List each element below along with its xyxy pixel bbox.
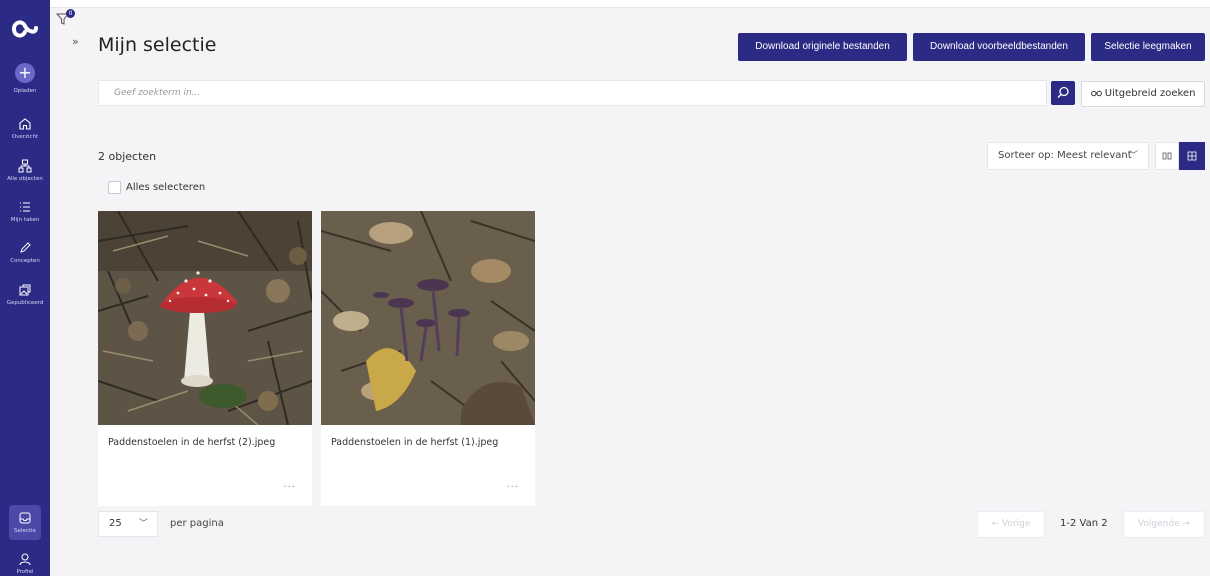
- filter-badge: 0: [66, 9, 75, 18]
- list-view-button[interactable]: [1155, 142, 1179, 170]
- sidebar: + Opladen Overzicht Alle objecten Mijn t…: [0, 0, 50, 576]
- inbox-icon: [19, 512, 31, 524]
- per-page-value: 25: [109, 518, 122, 529]
- clear-selection-button[interactable]: Selectie leegmaken: [1091, 33, 1205, 61]
- result-card[interactable]: Paddenstoelen in de herfst (2).jpeg ...: [98, 211, 312, 506]
- binoculars-icon: [1090, 90, 1102, 97]
- sidebar-item-overzicht[interactable]: Overzicht: [0, 116, 50, 140]
- sidebar-item-label: Mijn taken: [10, 217, 40, 223]
- file-name: Paddenstoelen in de herfst (1).jpeg: [331, 437, 499, 448]
- hierarchy-icon: [18, 159, 32, 173]
- search-button[interactable]: [1051, 81, 1075, 105]
- sidebar-item-label: Opladen: [13, 88, 37, 94]
- sidebar-item-opladen[interactable]: Opladen: [0, 86, 50, 94]
- grid-view-icon: [1187, 151, 1197, 161]
- upload-button[interactable]: +: [15, 63, 35, 83]
- logo[interactable]: [8, 16, 42, 42]
- chevron-down-icon: ﹀: [1128, 151, 1138, 161]
- expand-icon[interactable]: »: [72, 35, 79, 48]
- sidebar-item-label: Selectie: [14, 528, 36, 534]
- search-input[interactable]: Geef zoekterm in...: [98, 80, 1047, 106]
- sort-dropdown[interactable]: Sorteer op: Meest relevant ﹀: [987, 142, 1149, 170]
- thumbnail-image: [98, 211, 312, 425]
- result-count: 2 objecten: [98, 150, 157, 163]
- download-original-button[interactable]: Download originele bestanden: [738, 33, 907, 61]
- home-icon: [19, 118, 31, 130]
- sidebar-item-label: Alle objecten: [7, 176, 43, 182]
- per-page-select[interactable]: 25 ﹀: [98, 511, 158, 537]
- user-icon: [19, 553, 31, 566]
- select-all-label: Alles selecteren: [126, 182, 206, 193]
- task-list-icon: [20, 202, 30, 212]
- thumbnail-image: [321, 211, 535, 425]
- sidebar-item-label: Overzicht: [11, 134, 39, 140]
- search-icon: [1057, 86, 1069, 98]
- select-all-checkbox[interactable]: [108, 181, 121, 194]
- advanced-search-label: Uitgebreid zoeken: [1104, 88, 1196, 99]
- pencil-icon: [20, 242, 31, 253]
- sidebar-item-label: Gepubliceerd: [6, 300, 44, 306]
- sidebar-item-profiel[interactable]: Profiel: [0, 551, 50, 575]
- published-icon: [19, 284, 31, 296]
- list-view-icon: [1162, 152, 1172, 160]
- plus-icon: +: [18, 63, 32, 82]
- sort-label: Sorteer op: Meest relevant: [998, 150, 1132, 161]
- sidebar-item-label: Concepten: [10, 258, 40, 264]
- file-name: Paddenstoelen in de herfst (2).jpeg: [108, 437, 276, 448]
- top-border: [0, 0, 1210, 8]
- previous-page-button[interactable]: ← Vorige: [977, 511, 1045, 538]
- sidebar-item-gepubliceerd[interactable]: Gepubliceerd: [0, 282, 50, 306]
- next-page-button[interactable]: Volgende →: [1123, 511, 1205, 538]
- more-options-icon[interactable]: ...: [506, 479, 519, 490]
- advanced-search-button[interactable]: Uitgebreid zoeken: [1081, 81, 1205, 107]
- grid-view-button[interactable]: [1179, 142, 1205, 170]
- sidebar-item-label: Profiel: [16, 569, 34, 575]
- per-page-label: per pagina: [170, 518, 224, 529]
- download-preview-button[interactable]: Download voorbeeldbestanden: [913, 33, 1085, 61]
- more-options-icon[interactable]: ...: [283, 479, 296, 490]
- pagination-info: 1-2 Van 2: [1060, 518, 1108, 529]
- sidebar-item-concepten[interactable]: Concepten: [0, 240, 50, 264]
- sidebar-item-mijn-taken[interactable]: Mijn taken: [0, 199, 50, 223]
- search-placeholder: Geef zoekterm in...: [114, 88, 201, 98]
- result-card[interactable]: Paddenstoelen in de herfst (1).jpeg ...: [321, 211, 535, 506]
- page-title: Mijn selectie: [98, 34, 217, 56]
- chevron-down-icon: ﹀: [138, 519, 148, 529]
- sidebar-item-alle-objecten[interactable]: Alle objecten: [0, 158, 50, 182]
- sidebar-item-selectie[interactable]: Selectie: [0, 510, 50, 534]
